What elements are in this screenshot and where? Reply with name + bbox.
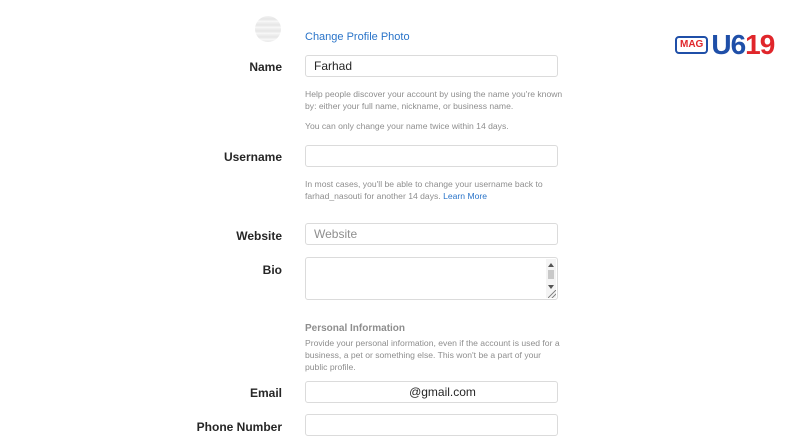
resize-grip-icon[interactable] bbox=[548, 290, 556, 298]
website-label: Website bbox=[236, 229, 282, 243]
name-input[interactable] bbox=[305, 55, 558, 77]
bio-label: Bio bbox=[262, 263, 282, 277]
logo-wordmark-red: 19 bbox=[745, 29, 775, 60]
logo-mag-badge: MAG bbox=[675, 36, 709, 54]
logo-wordmark: U619 bbox=[711, 29, 775, 60]
email-label: Email bbox=[249, 386, 282, 400]
username-help-body: In most cases, you'll be able to change … bbox=[305, 179, 543, 201]
phone-number-input[interactable] bbox=[305, 414, 558, 436]
email-input[interactable] bbox=[305, 381, 558, 403]
scroll-up-arrow-icon[interactable] bbox=[548, 263, 554, 267]
logo-wordmark-blue: U6 bbox=[711, 29, 746, 60]
phone-number-label: Phone Number bbox=[196, 420, 282, 434]
name-label: Name bbox=[249, 60, 282, 74]
scroll-down-arrow-icon[interactable] bbox=[548, 285, 554, 289]
learn-more-link[interactable]: Learn More bbox=[443, 191, 487, 201]
name-change-limit-text: You can only change your name twice with… bbox=[305, 121, 509, 131]
change-profile-photo-link[interactable]: Change Profile Photo bbox=[305, 31, 410, 43]
personal-information-help-text: Provide your personal information, even … bbox=[305, 338, 560, 372]
mag-logo: MAG U619 bbox=[675, 28, 775, 62]
scroll-thumb[interactable] bbox=[548, 270, 554, 279]
website-input[interactable] bbox=[305, 223, 558, 245]
username-input[interactable] bbox=[305, 145, 558, 167]
bio-textarea[interactable] bbox=[305, 257, 558, 300]
username-label: Username bbox=[223, 150, 282, 164]
username-help-text: In most cases, you'll be able to change … bbox=[305, 178, 565, 202]
avatar[interactable] bbox=[255, 16, 281, 42]
name-help-text: Help people discover your account by usi… bbox=[305, 89, 563, 111]
personal-information-title: Personal Information bbox=[305, 323, 406, 334]
